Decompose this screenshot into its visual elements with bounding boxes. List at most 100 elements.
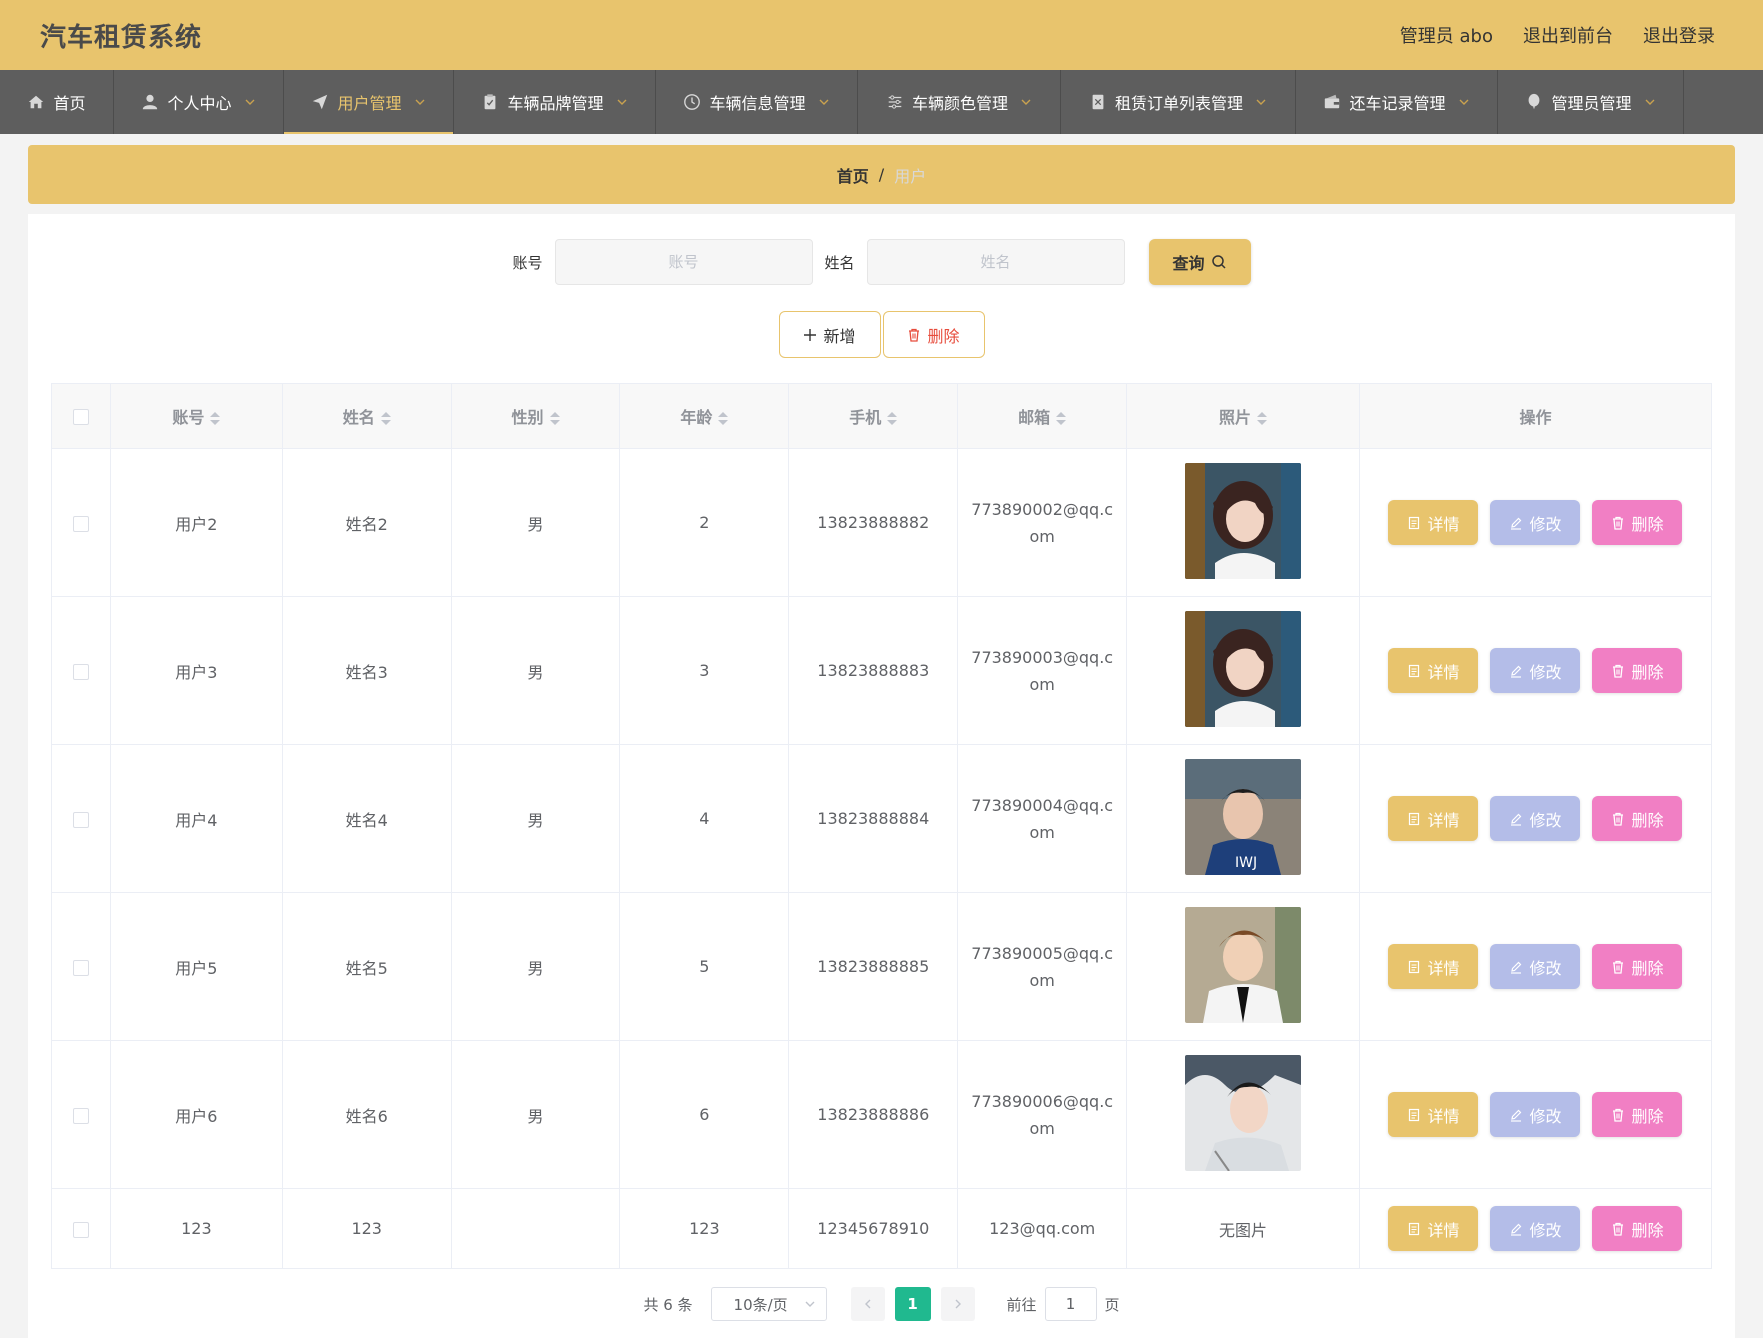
page-number[interactable]: 1 xyxy=(894,1287,931,1321)
nav-item-vehicles[interactable]: 车辆信息管理 xyxy=(656,70,858,134)
logout-link[interactable]: 退出登录 xyxy=(1643,22,1715,48)
delete-button[interactable]: 删除 xyxy=(1592,944,1683,989)
edit-button[interactable]: 修改 xyxy=(1490,1092,1581,1137)
column-header[interactable]: 邮箱 xyxy=(957,383,1128,449)
phone-cell: 13823888883 xyxy=(788,596,959,745)
table-row: 用户3 姓名3 男 3 13823888883 773890003@qq.com 详情 修改删… xyxy=(51,596,1713,745)
row-checkbox[interactable] xyxy=(72,515,89,532)
column-header[interactable]: 账号 xyxy=(110,383,283,449)
nav-item-orders[interactable]: 租赁订单列表管理 xyxy=(1061,70,1296,134)
no-photo-text: 无图片 xyxy=(1219,1220,1268,1240)
chevron-down-icon xyxy=(1458,96,1470,108)
sort-icon[interactable] xyxy=(210,412,221,425)
document-icon xyxy=(1409,664,1420,677)
detail-button[interactable]: 详情 xyxy=(1388,500,1479,545)
phone-cell: 13823888884 xyxy=(788,744,959,893)
edit-button[interactable]: 修改 xyxy=(1490,796,1581,841)
email-text: 773890003@qq.com xyxy=(971,647,1114,694)
detail-button[interactable]: 详情 xyxy=(1388,1206,1479,1251)
nav-item-brands[interactable]: 车辆品牌管理 xyxy=(454,70,656,134)
delete-button[interactable]: 删除 xyxy=(1592,796,1683,841)
chevron-down-icon xyxy=(1020,96,1032,108)
detail-button[interactable]: 详情 xyxy=(1388,648,1479,693)
add-button[interactable]: 新增 xyxy=(778,311,881,358)
delete-button[interactable]: 删除 xyxy=(1592,648,1683,693)
column-header[interactable]: 照片 xyxy=(1126,383,1360,449)
edit-icon xyxy=(1511,1223,1522,1236)
account-cell: 123 xyxy=(110,1188,283,1269)
column-header[interactable]: 手机 xyxy=(788,383,959,449)
clipboard-icon xyxy=(481,93,499,111)
sort-icon[interactable] xyxy=(887,412,898,425)
chevron-down-icon xyxy=(805,1301,815,1307)
delete-button[interactable]: 删除 xyxy=(1592,500,1683,545)
select-all-cell xyxy=(51,383,111,449)
gender-cell: 男 xyxy=(451,448,621,597)
edit-button[interactable]: 修改 xyxy=(1490,1206,1581,1251)
nav-item-admins[interactable]: 管理员管理 xyxy=(1498,70,1684,134)
sort-icon[interactable] xyxy=(380,412,391,425)
row-checkbox[interactable] xyxy=(72,959,89,976)
breadcrumb-home[interactable]: 首页 xyxy=(837,163,869,187)
name-cell: 姓名3 xyxy=(282,596,452,745)
account-cell: 用户6 xyxy=(110,1040,283,1189)
nav-item-personal[interactable]: 个人中心 xyxy=(114,70,284,134)
edit-button[interactable]: 修改 xyxy=(1490,648,1581,693)
name-search-input[interactable] xyxy=(866,239,1125,285)
query-button[interactable]: 查询 xyxy=(1148,239,1251,285)
next-page-button[interactable] xyxy=(940,1287,975,1321)
plus-icon xyxy=(804,328,817,341)
photo-cell: 无图片 xyxy=(1126,1188,1360,1269)
nav-item-users[interactable]: 用户管理 xyxy=(284,70,454,134)
account-cell: 用户3 xyxy=(110,596,283,745)
column-header[interactable]: 姓名 xyxy=(282,383,452,449)
nav-label: 车辆品牌管理 xyxy=(507,94,604,113)
row-checkbox[interactable] xyxy=(72,1107,89,1124)
trash-icon xyxy=(1613,1108,1624,1122)
nav-label: 用户管理 xyxy=(337,94,402,113)
age-cell: 5 xyxy=(619,892,790,1041)
sort-icon[interactable] xyxy=(718,412,729,425)
search-icon xyxy=(1211,255,1226,269)
sort-icon[interactable] xyxy=(1056,412,1067,425)
detail-button[interactable]: 详情 xyxy=(1388,944,1479,989)
account-search-input[interactable] xyxy=(554,239,813,285)
select-cell xyxy=(51,596,111,745)
page-size-select[interactable]: 10条/页 xyxy=(710,1287,827,1321)
batch-delete-button[interactable]: 删除 xyxy=(882,311,985,358)
age-cell: 6 xyxy=(619,1040,790,1189)
chevron-down-icon xyxy=(818,96,830,108)
column-header[interactable]: 性别 xyxy=(451,383,621,449)
detail-button[interactable]: 详情 xyxy=(1388,796,1479,841)
email-text: 773890004@qq.com xyxy=(971,795,1114,842)
edit-button[interactable]: 修改 xyxy=(1490,944,1581,989)
prev-page-button[interactable] xyxy=(850,1287,885,1321)
row-checkbox[interactable] xyxy=(72,663,89,680)
nav-item-home[interactable]: 首页 xyxy=(0,70,114,134)
sort-icon[interactable] xyxy=(549,412,560,425)
content-panel: 账号 姓名 查询 新增 删除 账号 姓名 性别 年龄 xyxy=(28,214,1735,1338)
back-to-front-link[interactable]: 退出到前台 xyxy=(1523,22,1613,48)
delete-button[interactable]: 删除 xyxy=(1592,1206,1683,1251)
trash-icon xyxy=(1613,516,1624,530)
row-checkbox[interactable] xyxy=(72,1221,89,1238)
main-nav: 首页 个人中心 用户管理 车辆品牌管理 车辆信息管理 车辆颜色管理 租赁订单列表… xyxy=(0,70,1763,134)
email-cell: 773890005@qq.com xyxy=(957,892,1128,1041)
chevron-down-icon xyxy=(1644,96,1656,108)
nav-item-returns[interactable]: 还车记录管理 xyxy=(1296,70,1498,134)
nav-item-colors[interactable]: 车辆颜色管理 xyxy=(858,70,1061,134)
email-cell: 773890002@qq.com xyxy=(957,448,1128,597)
delete-button[interactable]: 删除 xyxy=(1592,1092,1683,1137)
sort-icon[interactable] xyxy=(1257,412,1268,425)
column-header[interactable]: 年龄 xyxy=(619,383,790,449)
table-row: 123 123 123 12345678910 123@qq.com 无图片 详情 修改 删除 xyxy=(51,1188,1713,1269)
edit-button[interactable]: 修改 xyxy=(1490,500,1581,545)
email-text: 123@qq.com xyxy=(989,1219,1096,1238)
goto-page-input[interactable] xyxy=(1044,1287,1097,1321)
clock-icon xyxy=(683,93,701,111)
detail-button[interactable]: 详情 xyxy=(1388,1092,1479,1137)
row-checkbox[interactable] xyxy=(72,811,89,828)
select-all-checkbox[interactable] xyxy=(72,409,89,425)
goto-page: 前往 页 xyxy=(1007,1287,1120,1321)
nav-label: 租赁订单列表管理 xyxy=(1114,94,1243,113)
